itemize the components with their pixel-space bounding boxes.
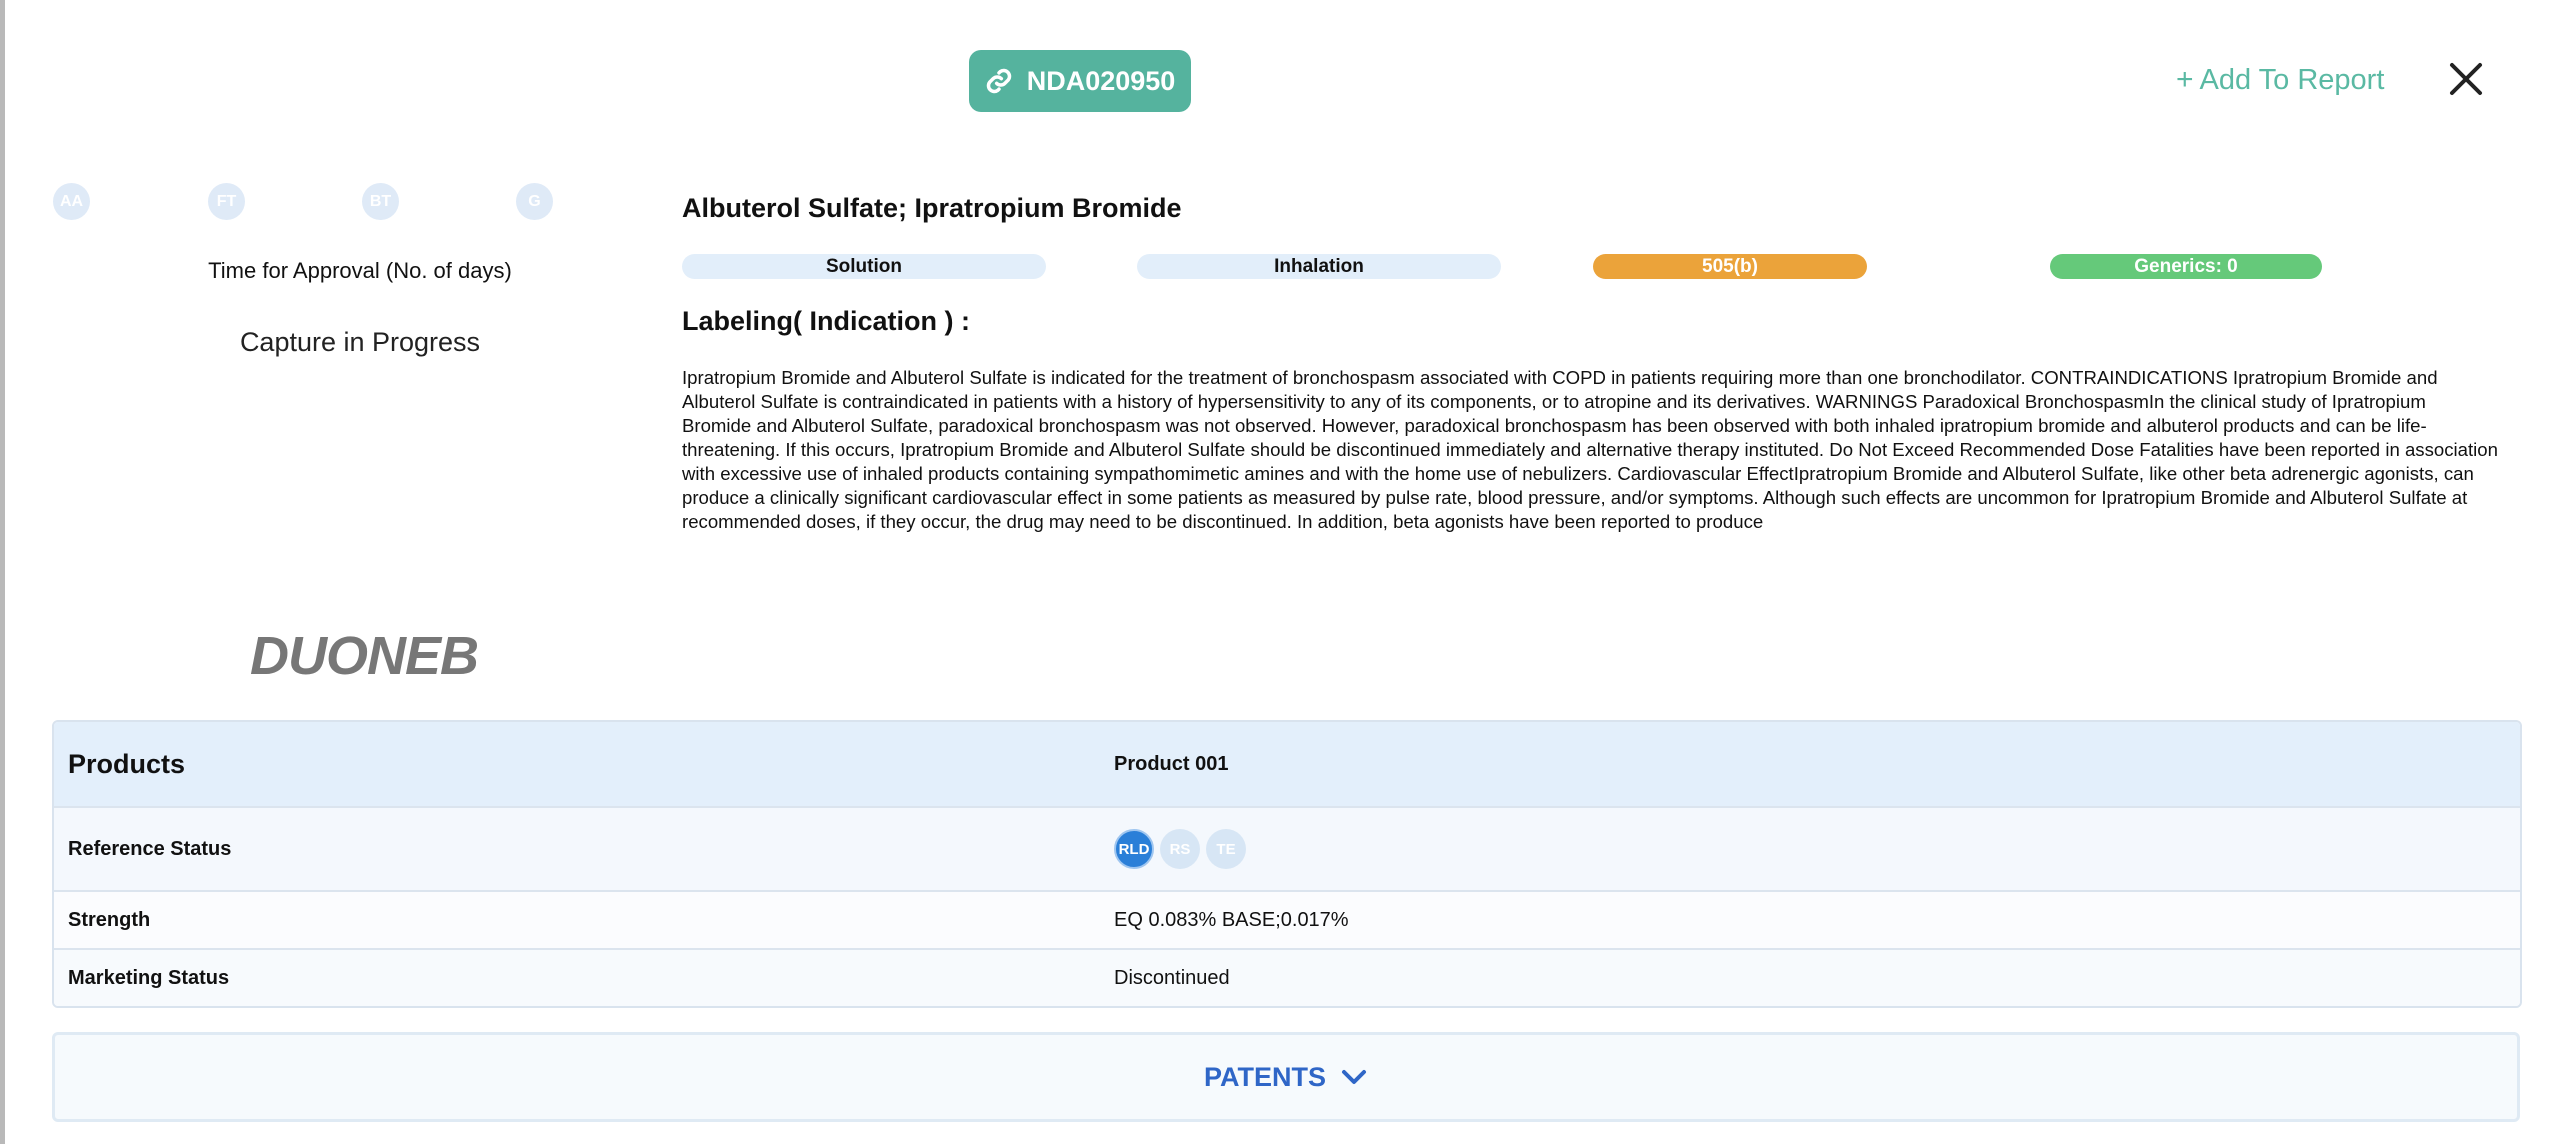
te-icon[interactable]: TE: [1206, 829, 1246, 869]
patents-label: PATENTS: [1203, 1061, 1326, 1092]
brand-name: DUONEB: [250, 626, 479, 686]
add-to-report-label: Add To Report: [2199, 63, 2385, 96]
rld-icon[interactable]: RLD: [1114, 829, 1154, 869]
table-row: Reference Status RLD RS TE: [54, 808, 2520, 892]
labeling-text: Ipratropium Bromide and Albuterol Sulfat…: [682, 367, 2498, 532]
dosage-form-tag: Solution: [682, 254, 1046, 279]
application-number-link[interactable]: NDA020950: [969, 50, 1191, 112]
reviewer-avatar[interactable]: AA: [53, 183, 90, 220]
rs-icon[interactable]: RS: [1160, 829, 1200, 869]
patents-toggle-button[interactable]: PATENTS: [52, 1032, 2520, 1122]
drug-title: Albuterol Sulfate; Ipratropium Bromide: [682, 193, 1182, 223]
labeling-title: Labeling( Indication ) :: [682, 306, 970, 336]
plus-icon: +: [2176, 63, 2194, 96]
route-tag: Inhalation: [1137, 254, 1501, 279]
product-name: Product 001: [1114, 752, 1229, 775]
reference-status-icons: RLD RS TE: [1114, 829, 1246, 869]
strength-label: Strength: [68, 908, 151, 931]
table-row: Marketing Status Discontinued: [54, 950, 2520, 1006]
close-icon[interactable]: [2448, 61, 2484, 97]
approval-time-label: Time for Approval (No. of days): [208, 258, 512, 283]
reviewer-avatar[interactable]: G: [516, 183, 553, 220]
table-row: Strength EQ 0.083% BASE;0.017%: [54, 892, 2520, 950]
chevron-down-icon: [1342, 1070, 1366, 1084]
marketing-status-label: Marketing Status: [68, 966, 230, 989]
link-icon: [986, 68, 1011, 94]
products-header-label: Products: [68, 748, 186, 779]
reference-status-label: Reference Status: [68, 837, 232, 860]
pathway-tag: 505(b): [1593, 254, 1867, 279]
reviewer-avatar[interactable]: BT: [362, 183, 399, 220]
approval-time-value: Capture in Progress: [239, 327, 481, 357]
application-number: NDA020950: [1026, 65, 1176, 96]
generics-tag: Generics: 0: [2050, 254, 2322, 279]
table-row: Products Product 001: [54, 722, 2520, 808]
marketing-status-value: Discontinued: [1114, 966, 1230, 989]
reviewer-avatar[interactable]: FT: [208, 183, 245, 220]
window-edge: [0, 0, 5, 1144]
products-table: Products Product 001 Reference Status RL…: [52, 720, 2522, 1008]
add-to-report-button[interactable]: + Add To Report: [2176, 58, 2384, 102]
strength-value: EQ 0.083% BASE;0.017%: [1114, 908, 1349, 931]
